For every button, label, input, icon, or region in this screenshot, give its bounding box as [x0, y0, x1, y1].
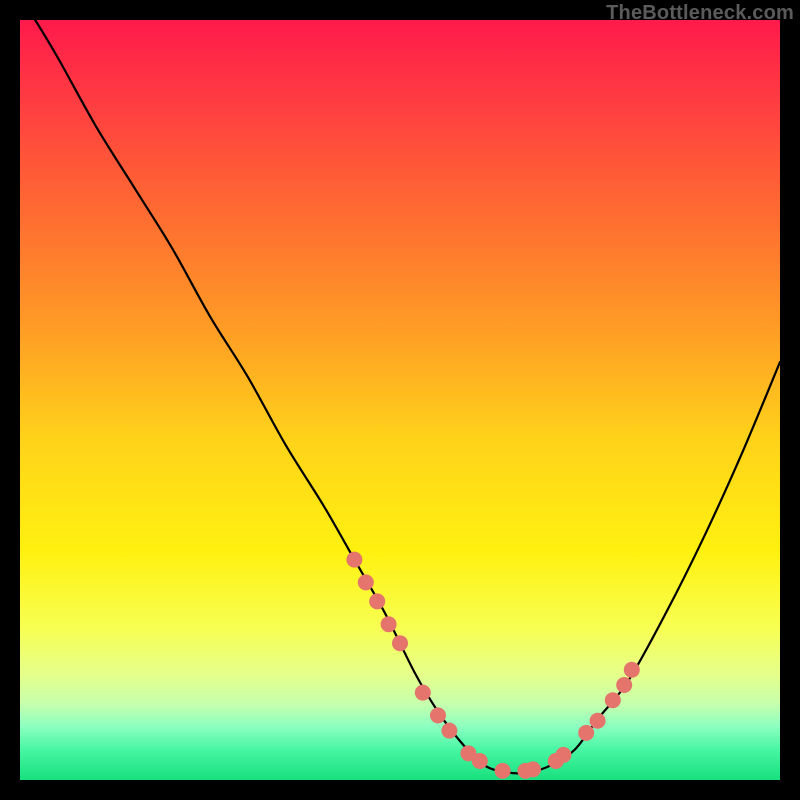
highlight-dot	[346, 552, 362, 568]
highlight-dot	[441, 723, 457, 739]
highlight-dot	[415, 685, 431, 701]
highlight-dot	[381, 616, 397, 632]
highlight-dot	[430, 707, 446, 723]
highlight-dot	[495, 763, 511, 779]
highlight-dot	[578, 725, 594, 741]
highlight-dot	[358, 574, 374, 590]
highlight-dot	[525, 761, 541, 777]
highlight-dot	[392, 635, 408, 651]
highlight-dot	[624, 662, 640, 678]
highlight-dot	[472, 753, 488, 769]
chart-frame	[20, 20, 780, 780]
gradient-background	[20, 20, 780, 780]
highlight-dot	[369, 593, 385, 609]
highlight-dot	[555, 747, 571, 763]
bottleneck-chart	[20, 20, 780, 780]
highlight-dot	[590, 713, 606, 729]
watermark-text: TheBottleneck.com	[606, 2, 794, 25]
highlight-dot	[605, 692, 621, 708]
highlight-dot	[616, 677, 632, 693]
